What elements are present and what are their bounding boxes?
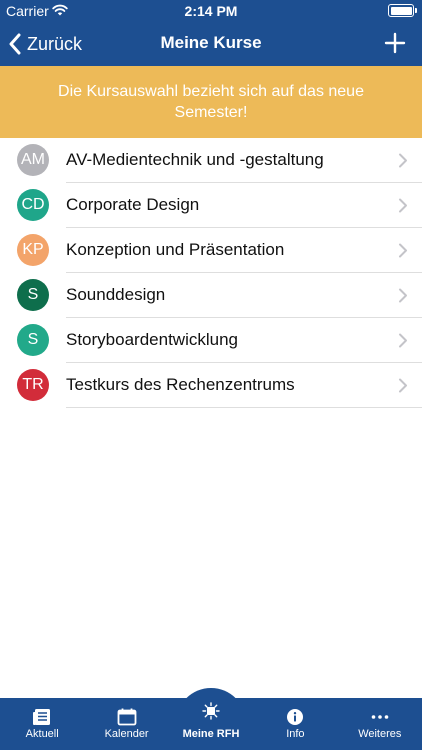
row-separator xyxy=(66,407,422,408)
clock: 2:14 PM xyxy=(184,3,238,19)
course-row[interactable]: S Sounddesign xyxy=(0,273,422,318)
course-avatar: AM xyxy=(17,144,49,176)
chevron-right-icon xyxy=(399,198,407,213)
course-row[interactable]: AM AV-Medientechnik und -gestaltung xyxy=(0,138,422,183)
course-avatar: S xyxy=(17,279,49,311)
course-avatar: CD xyxy=(17,189,49,221)
course-row[interactable]: S Storyboardentwicklung xyxy=(0,318,422,363)
tab-aktuell[interactable]: Aktuell xyxy=(0,698,84,750)
info-icon xyxy=(287,709,304,725)
tab-label: Aktuell xyxy=(25,728,59,740)
news-icon xyxy=(33,709,51,725)
top-bar: Carrier 2:14 PM Zurück Meine Kurse xyxy=(0,0,422,66)
more-icon xyxy=(371,715,389,719)
course-row[interactable]: KP Konzeption und Präsentation xyxy=(0,228,422,273)
tab-weiteres[interactable]: Weiteres xyxy=(338,698,422,750)
course-avatar: S xyxy=(17,324,49,356)
tab-bar: Aktuell Kalender Meine RFH Info Weiteres xyxy=(0,698,422,750)
battery-icon xyxy=(388,4,417,17)
chevron-right-icon xyxy=(399,333,407,348)
course-name: Konzeption und Präsentation xyxy=(66,240,285,259)
course-row[interactable]: TR Testkurs des Rechenzentrums xyxy=(0,363,422,408)
course-avatar: TR xyxy=(17,369,49,401)
add-icon[interactable] xyxy=(384,32,406,54)
chevron-right-icon xyxy=(399,378,407,393)
chevron-left-icon xyxy=(9,33,21,55)
back-label: Zurück xyxy=(27,33,83,54)
navigation-bar: Zurück Meine Kurse xyxy=(0,22,422,66)
chevron-right-icon xyxy=(399,153,407,168)
chevron-right-icon xyxy=(399,288,407,303)
course-name: Testkurs des Rechenzentrums xyxy=(66,375,295,394)
tab-meine-rfh[interactable]: Meine RFH xyxy=(169,698,253,750)
university-logo-icon xyxy=(202,702,220,720)
status-bar: Carrier 2:14 PM xyxy=(0,0,422,22)
course-avatar: KP xyxy=(17,234,49,266)
course-row[interactable]: CD Corporate Design xyxy=(0,183,422,228)
tab-info[interactable]: Info xyxy=(253,698,337,750)
calendar-icon xyxy=(117,708,136,726)
tab-kalender[interactable]: Kalender xyxy=(84,698,168,750)
course-name: Sounddesign xyxy=(66,285,166,304)
course-name: Corporate Design xyxy=(66,195,200,214)
course-name: Storyboardentwicklung xyxy=(66,330,238,349)
back-button[interactable]: Zurück xyxy=(8,30,82,58)
tab-label: Kalender xyxy=(104,728,149,740)
tab-label: Meine RFH xyxy=(182,728,240,740)
tab-label: Weiteres xyxy=(358,728,402,740)
semester-banner: Die Kursauswahl bezieht sich auf das neu… xyxy=(0,66,422,138)
course-list: AM AV-Medientechnik und -gestaltung CD Corp… xyxy=(0,138,422,408)
course-name: AV-Medientechnik und -gestaltung xyxy=(66,150,324,169)
chevron-right-icon xyxy=(399,243,407,258)
tab-label: Info xyxy=(286,728,305,740)
banner-text: Die Kursauswahl bezieht sich auf das neu… xyxy=(58,83,364,121)
